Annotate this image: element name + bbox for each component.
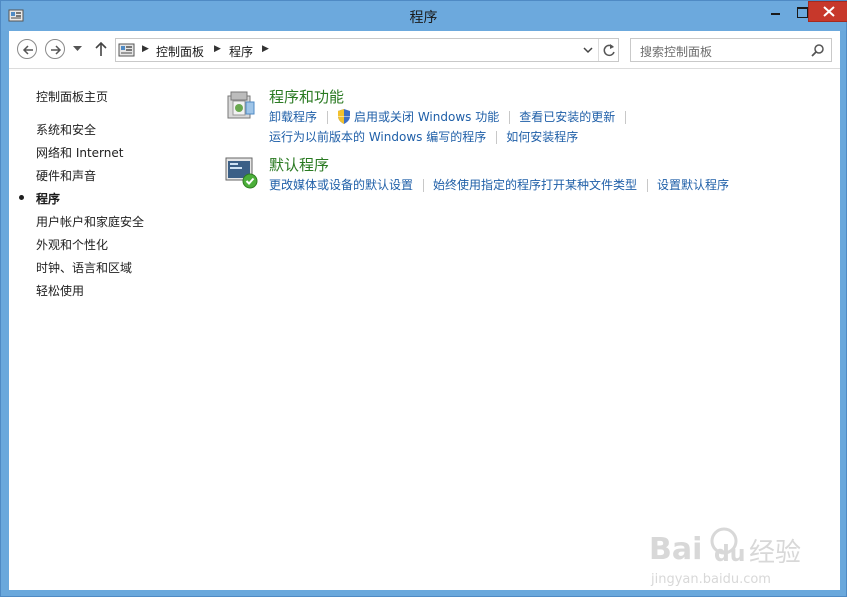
search-icon[interactable] [811,43,825,57]
arrow-right-icon [51,45,62,55]
svg-text:jingyan.baidu.com: jingyan.baidu.com [650,572,771,587]
search-box[interactable]: 搜索控制面板 [630,38,832,62]
sidebar-item-user-accounts[interactable]: 用户帐户和家庭安全 [36,213,144,230]
link-divider [327,111,329,124]
current-item-bullet [19,195,24,200]
breadcrumb-programs[interactable]: 程序 [229,43,253,60]
control-panel-icon [118,43,135,57]
close-icon [823,6,835,17]
breadcrumb-separator-icon[interactable]: ▶ [142,44,149,54]
sidebar-item-appearance[interactable]: 外观和个性化 [36,236,108,253]
breadcrumb-control-panel[interactable]: 控制面板 [156,43,204,60]
link-divider [423,179,425,192]
media-device-defaults-link[interactable]: 更改媒体或设备的默认设置 [269,178,413,192]
category-links-row: 更改媒体或设备的默认设置 始终使用指定的程序打开某种文件类型 设置默认程序 [269,176,729,193]
address-bar[interactable]: ▶ 控制面板 ▶ 程序 ▶ [115,38,619,62]
sidebar-item-ease-of-access[interactable]: 轻松使用 [36,282,84,299]
default-programs-icon[interactable] [224,154,258,190]
chevron-down-icon[interactable] [581,42,595,58]
how-to-install-link[interactable]: 如何安装程序 [506,130,578,144]
minimize-button[interactable] [763,1,789,22]
set-default-programs-link[interactable]: 设置默认程序 [657,178,729,192]
sidebar: 控制面板主页 系统和安全 网络和 Internet 硬件和声音 程序 用户帐户和… [9,70,219,590]
forward-button[interactable] [45,39,65,59]
baidu-jingyan-watermark: Bai du 经验 jingyan.baidu.com [649,527,801,587]
title-bar[interactable]: 程序 [1,1,847,31]
window-title: 程序 [409,10,438,26]
category-links-row: 卸载程序 启用或关闭 Windows 功能 查看已安装的更新 [269,108,635,125]
sidebar-item-hardware-sound[interactable]: 硬件和声音 [36,167,96,184]
arrow-left-icon [22,45,33,55]
close-button[interactable] [808,1,847,22]
recent-locations-dropdown-icon[interactable] [73,46,82,52]
installed-updates-link[interactable]: 查看已安装的更新 [519,110,615,124]
link-divider [509,111,511,124]
link-divider [647,179,649,192]
file-type-association-link[interactable]: 始终使用指定的程序打开某种文件类型 [433,178,637,192]
category-links-row: 运行为以前版本的 Windows 编写的程序 如何安装程序 [269,128,578,145]
navigation-bar: ▶ 控制面板 ▶ 程序 ▶ 搜索控制面板 [9,31,840,69]
back-button[interactable] [17,39,37,59]
sidebar-item-network-internet[interactable]: 网络和 Internet [36,144,123,161]
category-title[interactable]: 默认程序 [269,154,329,175]
windows-features-link[interactable]: 启用或关闭 Windows 功能 [354,110,499,124]
svg-text:经验: 经验 [749,538,801,568]
category-title[interactable]: 程序和功能 [269,86,344,107]
sidebar-item-programs[interactable]: 程序 [36,190,60,207]
main-content: 程序和功能 卸载程序 启用或关闭 Windows 功能 查看已安装的更新 运行为以前… [219,70,839,590]
svg-text:Bai: Bai [649,532,702,567]
up-arrow-icon[interactable] [95,41,107,57]
sidebar-home-link[interactable]: 控制面板主页 [36,88,108,105]
refresh-icon [603,44,615,57]
link-divider [625,111,627,124]
breadcrumb-separator-icon[interactable]: ▶ [262,44,269,54]
breadcrumb-separator-icon[interactable]: ▶ [214,44,221,54]
uac-shield-icon [338,109,351,124]
link-divider [496,131,498,144]
uninstall-program-link[interactable]: 卸载程序 [269,110,317,124]
refresh-button[interactable] [598,39,619,61]
svg-text:du: du [714,542,745,567]
client-area: ▶ 控制面板 ▶ 程序 ▶ 搜索控制面板 控制面板主页 系统和安全 网络和 In… [9,31,840,590]
window-frame: 程序 ▶ 控制面板 ▶ 程序 ▶ 搜索控制面板 控制面板主页 系统和安全 网络和… [0,0,847,597]
programs-and-features-icon[interactable] [224,86,258,122]
compatibility-link[interactable]: 运行为以前版本的 Windows 编写的程序 [269,130,486,144]
sidebar-item-system-security[interactable]: 系统和安全 [36,121,96,138]
sidebar-item-clock-language[interactable]: 时钟、语言和区域 [36,259,132,276]
search-placeholder[interactable]: 搜索控制面板 [640,43,712,60]
